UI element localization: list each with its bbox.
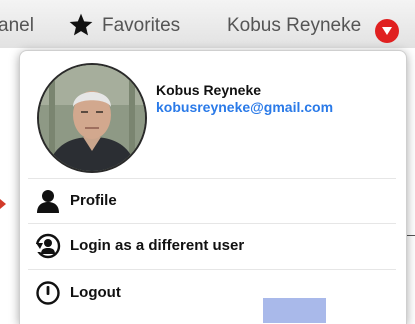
nav-item-favorites[interactable]: Favorites [102,15,180,37]
menu-item-label: Logout [70,284,121,301]
star-icon [69,13,93,36]
user-icon [37,190,59,213]
user-photo [39,65,145,171]
scrollbar-thumb[interactable] [263,298,326,323]
menu-item-profile[interactable]: Profile [28,181,396,221]
divider [28,223,396,224]
switch-user-icon [35,233,61,259]
user-dropdown-menu: Kobus Reyneke kobusreyneke@gmail.com Pro… [19,50,407,324]
dropdown-user-email[interactable]: kobusreyneke@gmail.com [156,99,333,115]
menu-item-logout[interactable]: Logout [28,273,396,313]
chevron-down-icon [382,27,392,35]
dropdown-user-name: Kobus Reyneke [156,82,262,98]
divider [28,178,396,179]
menu-item-label: Login as a different user [70,237,245,254]
user-menu-toggle[interactable] [375,19,399,43]
nav-user-name[interactable]: Kobus Reyneke [227,15,361,37]
pointer-arrow-icon [0,199,6,209]
menu-item-label: Profile [70,192,117,209]
power-icon [36,281,60,305]
menu-item-switch-user[interactable]: Login as a different user [28,226,396,266]
avatar[interactable] [37,63,147,173]
divider [28,269,396,270]
nav-item-panel-partial[interactable]: anel [0,15,34,37]
top-navigation-bar: anel Favorites Kobus Reyneke [0,0,415,48]
